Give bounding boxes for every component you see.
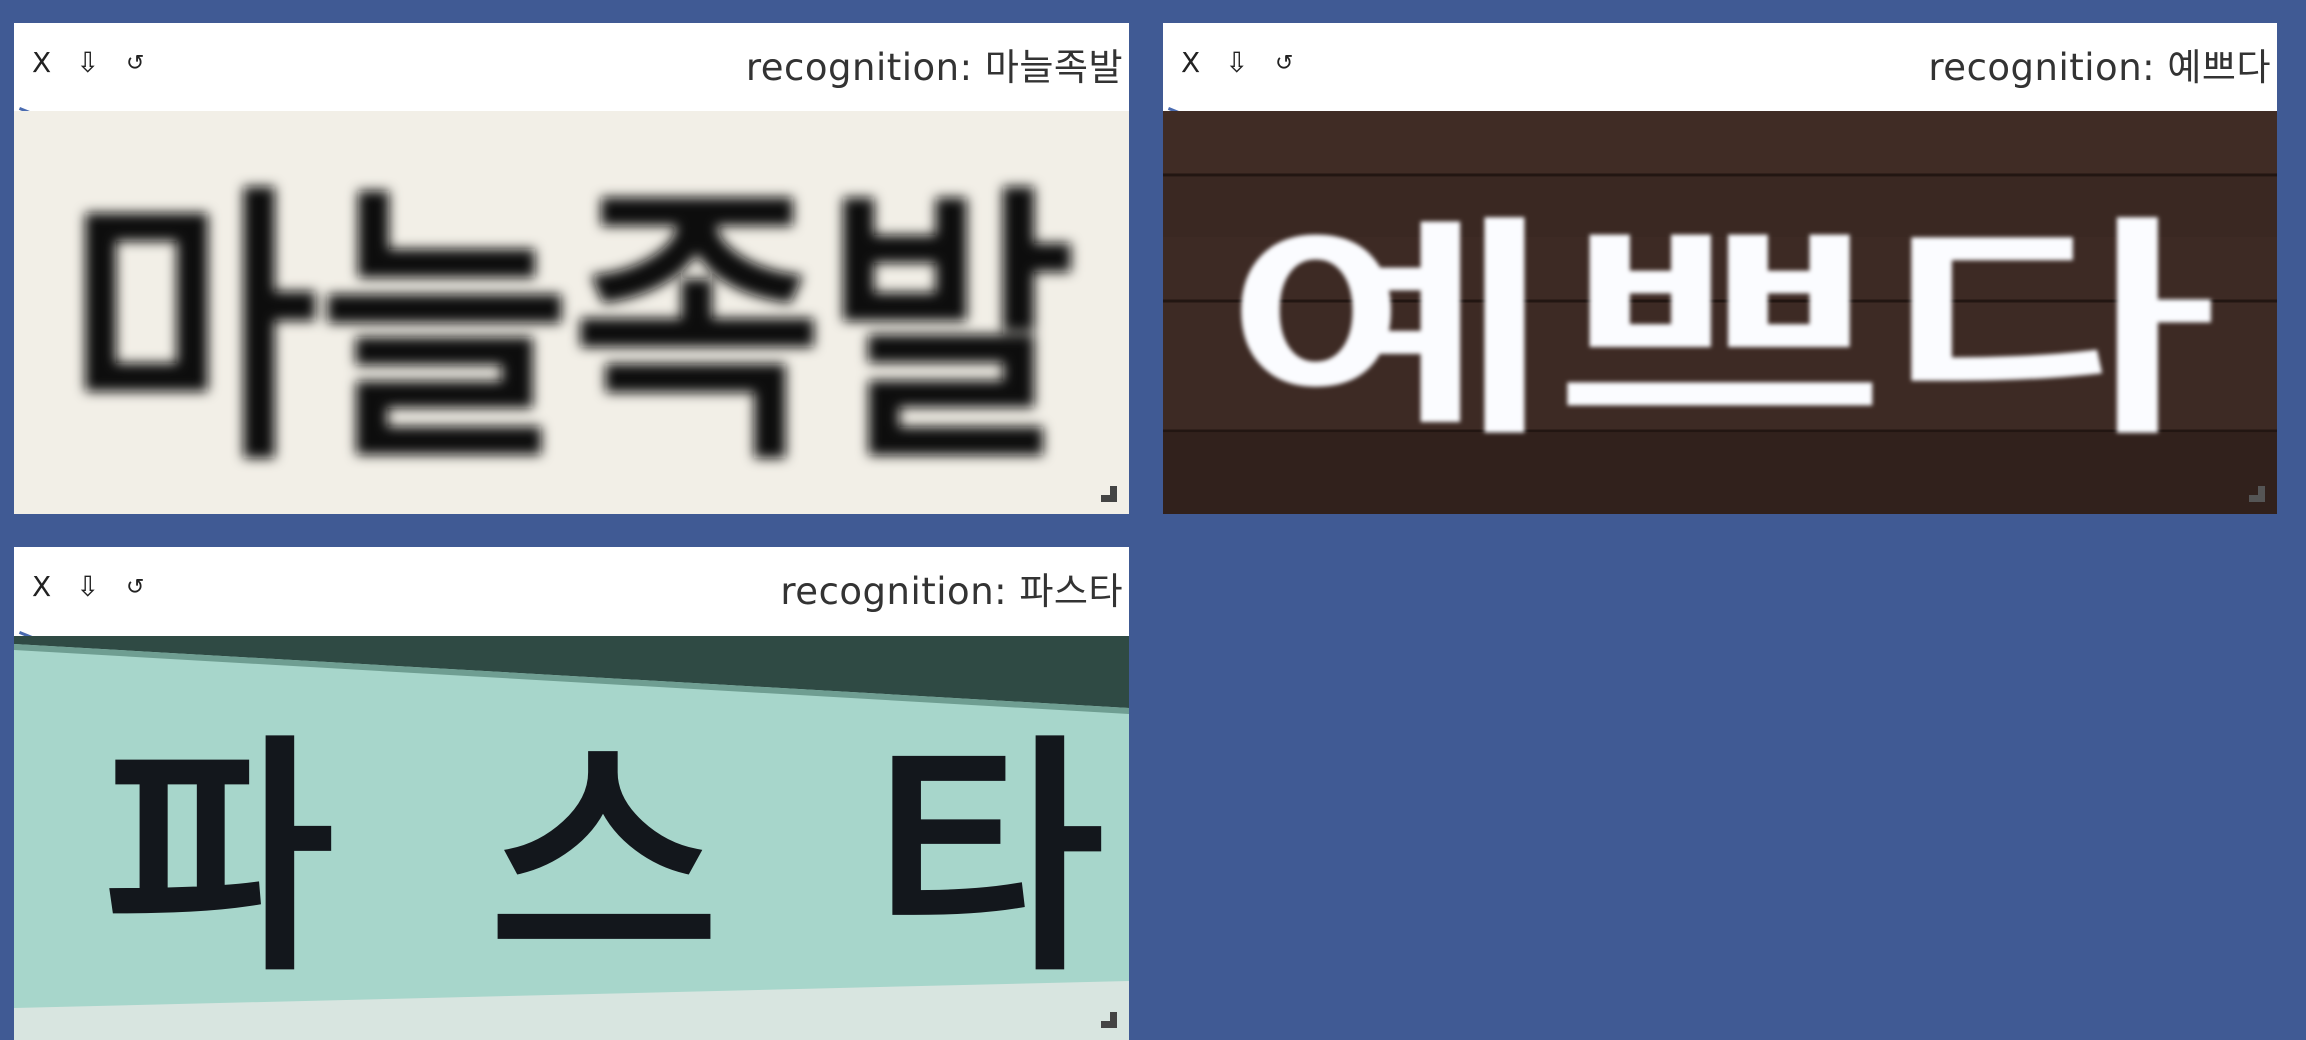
image-panel-3: X ⇩ ↺ recognition: 파스타 파스타 (14, 547, 1129, 1040)
panel-toolbar: X ⇩ ↺ recognition: 파스타 (14, 547, 1129, 634)
image-panel-2: X ⇩ ↺ recognition: 예쁘다 예쁘다 (1163, 23, 2277, 514)
image-text: 마늘족발 (66, 163, 1076, 500)
recognition-title: recognition: 예쁘다 (1928, 46, 2271, 89)
panel-image: 파스타 (14, 636, 1129, 1040)
reset-view-icon[interactable]: ↺ (1275, 53, 1293, 75)
reset-view-icon[interactable]: ↺ (126, 577, 144, 599)
reset-view-icon[interactable]: ↺ (126, 53, 144, 75)
resize-handle[interactable] (1101, 1012, 1117, 1028)
close-button[interactable]: X (32, 573, 51, 601)
close-button[interactable]: X (1181, 49, 1200, 77)
recognition-title: recognition: 파스타 (780, 570, 1123, 613)
recognition-title: recognition: 마늘족발 (745, 46, 1123, 89)
panel-image: 마늘족발 (14, 111, 1129, 514)
panel-toolbar: X ⇩ ↺ recognition: 마늘족발 (14, 23, 1129, 110)
image-text: 파스타 (104, 714, 1104, 1005)
download-arrow-icon[interactable]: ⇩ (76, 573, 99, 601)
close-button[interactable]: X (32, 49, 51, 77)
image-text: 예쁘다 (1225, 199, 2215, 466)
download-arrow-icon[interactable]: ⇩ (76, 49, 99, 77)
download-arrow-icon[interactable]: ⇩ (1225, 49, 1248, 77)
panel-image: 예쁘다 (1163, 111, 2277, 514)
image-panel-1: X ⇩ ↺ recognition: 마늘족발 마늘족발 (14, 23, 1129, 514)
resize-handle[interactable] (1101, 486, 1117, 502)
resize-handle[interactable] (2249, 486, 2265, 502)
panel-toolbar: X ⇩ ↺ recognition: 예쁘다 (1163, 23, 2277, 110)
